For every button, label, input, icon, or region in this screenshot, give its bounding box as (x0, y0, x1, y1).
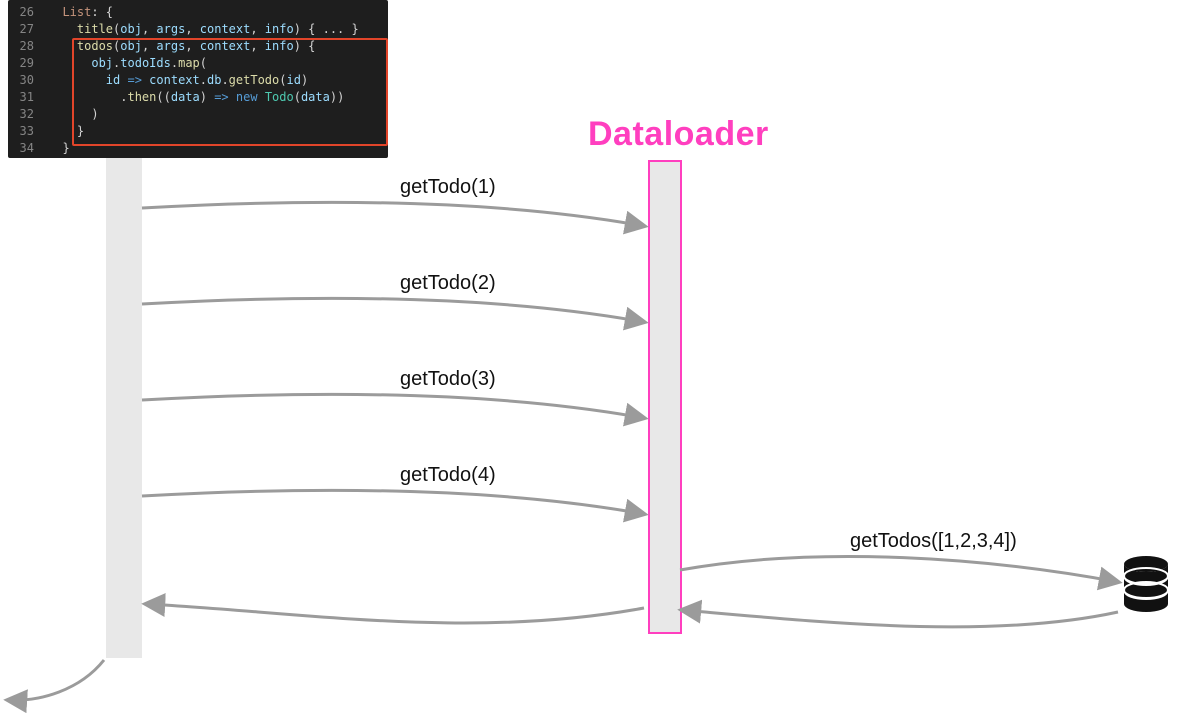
batch-call-label: getTodos([1,2,3,4]) (850, 530, 1017, 553)
database-icon (1122, 556, 1170, 612)
code-snippet: 262728293031323334 List: { title(obj, ar… (8, 0, 388, 158)
call-label-1: getTodo(1) (400, 176, 496, 199)
dataloader-title: Dataloader (588, 115, 769, 154)
dataloader-lifeline (648, 160, 682, 634)
line-gutter: 262728293031323334 (8, 4, 42, 157)
call-label-4: getTodo(4) (400, 464, 496, 487)
call-label-3: getTodo(3) (400, 368, 496, 391)
resolver-lifeline (106, 158, 142, 658)
highlight-box (72, 38, 388, 146)
call-label-2: getTodo(2) (400, 272, 496, 295)
